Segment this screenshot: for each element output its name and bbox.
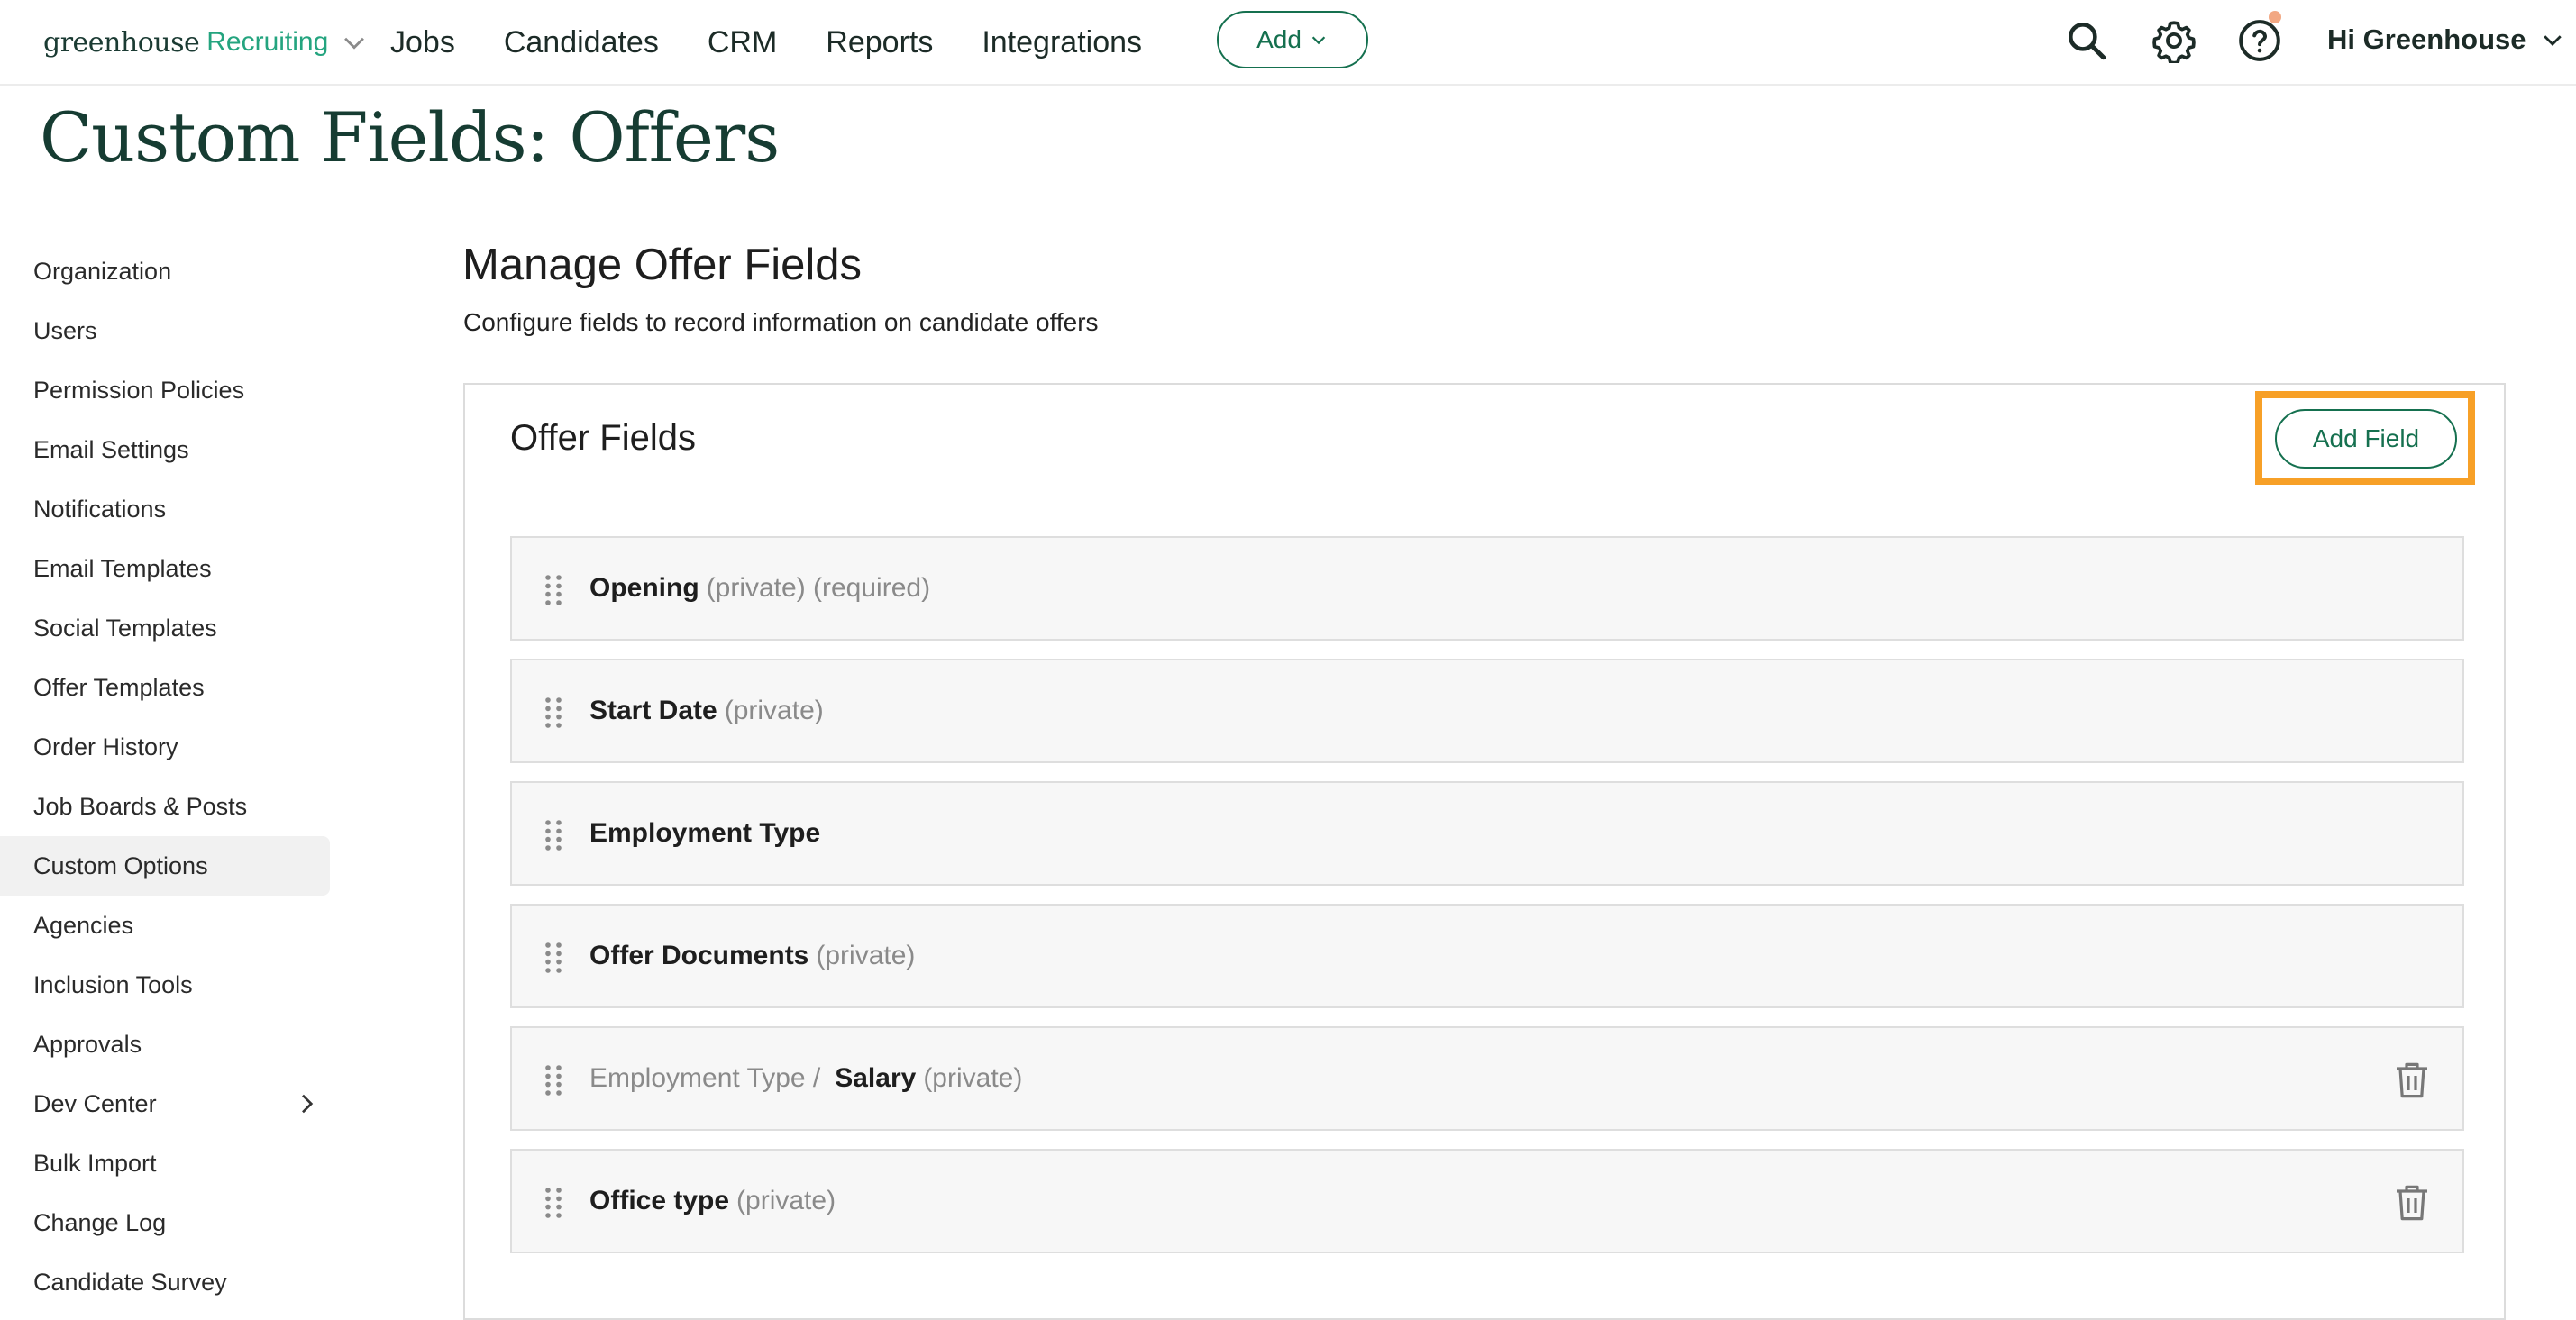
field-name: Employment Type — [589, 818, 821, 848]
sidebar-item-email-templates[interactable]: Email Templates — [0, 539, 330, 598]
field-name: Offer Documents — [589, 941, 809, 970]
add-menu-label: Add — [1256, 25, 1302, 53]
brand-logo: greenhouse — [43, 26, 200, 59]
field-row[interactable]: Offer Documents (private) — [510, 904, 2464, 1008]
drag-handle-icon[interactable] — [544, 819, 562, 851]
drag-handle-icon[interactable] — [544, 942, 562, 974]
nav-reports[interactable]: Reports — [826, 25, 933, 60]
field-row[interactable]: Employment Type / Salary (private) — [510, 1026, 2464, 1131]
sidebar-item-agencies[interactable]: Agencies — [0, 896, 330, 955]
offer-fields-panel: Offer Fields Add Field Opening (private)… — [463, 383, 2506, 1320]
field-row[interactable]: Employment Type — [510, 781, 2464, 886]
sidebar-item-email-settings[interactable]: Email Settings — [0, 420, 330, 479]
notification-dot — [2269, 11, 2281, 23]
drag-handle-icon[interactable] — [544, 1187, 562, 1219]
field-text: Offer Documents (private) — [589, 906, 915, 1006]
sidebar-item-job-boards-posts[interactable]: Job Boards & Posts — [0, 777, 330, 836]
help-icon[interactable] — [2237, 18, 2282, 63]
sidebar-item-label: Dev Center — [33, 1090, 157, 1117]
sidebar-item-notifications[interactable]: Notifications — [0, 479, 330, 539]
field-name: Opening — [589, 573, 699, 603]
field-tags: (private) — [724, 696, 824, 725]
field-row[interactable]: Start Date (private) — [510, 659, 2464, 763]
trash-icon[interactable] — [2394, 1183, 2430, 1223]
chevron-right-icon — [302, 1094, 314, 1114]
sidebar-item-offer-templates[interactable]: Offer Templates — [0, 658, 330, 717]
field-text: Employment Type — [589, 783, 820, 884]
sidebar-item-bulk-import[interactable]: Bulk Import — [0, 1133, 330, 1193]
field-text: Office type (private) — [589, 1151, 836, 1252]
sidebar-item-organization[interactable]: Organization — [0, 241, 330, 301]
field-tags: (private) (required) — [706, 573, 931, 603]
chevron-down-icon — [1311, 36, 1326, 45]
sidebar-item-order-history[interactable]: Order History — [0, 717, 330, 777]
drag-handle-icon[interactable] — [544, 574, 562, 606]
settings-sidebar: Organization Users Permission Policies E… — [0, 241, 330, 1312]
drag-handle-icon[interactable] — [544, 1064, 562, 1097]
gear-icon[interactable] — [2151, 18, 2197, 63]
field-text: Start Date (private) — [589, 660, 824, 761]
top-nav: greenhouse Recruiting Jobs Candidates CR… — [0, 0, 2576, 86]
section-title: Manage Offer Fields — [462, 241, 863, 289]
field-tags: (private) — [736, 1186, 836, 1215]
section-description: Configure fields to record information o… — [463, 308, 1099, 336]
user-greeting: Hi Greenhouse — [2327, 23, 2526, 55]
drag-handle-icon[interactable] — [544, 696, 562, 729]
product-switcher[interactable]: greenhouse Recruiting — [43, 22, 370, 63]
field-text: Opening (private) (required) — [589, 538, 930, 639]
primary-nav: Jobs Candidates CRM Reports Integrations — [390, 25, 1191, 60]
field-row[interactable]: Office type (private) — [510, 1149, 2464, 1253]
field-row[interactable]: Opening (private) (required) — [510, 536, 2464, 641]
sidebar-item-users[interactable]: Users — [0, 301, 330, 360]
chevron-down-icon — [2543, 35, 2562, 46]
add-menu-button[interactable]: Add — [1217, 11, 1368, 68]
sidebar-item-change-log[interactable]: Change Log — [0, 1193, 330, 1252]
search-icon[interactable] — [2064, 18, 2109, 63]
field-name: Office type — [589, 1186, 730, 1215]
field-parent: Employment Type / — [589, 1063, 821, 1093]
nav-integrations[interactable]: Integrations — [982, 25, 1142, 60]
user-menu[interactable]: Hi Greenhouse — [2327, 23, 2566, 56]
nav-jobs[interactable]: Jobs — [390, 25, 455, 60]
product-name: Recruiting — [206, 27, 329, 57]
sidebar-item-inclusion-tools[interactable]: Inclusion Tools — [0, 955, 330, 1015]
chevron-down-icon — [344, 37, 365, 50]
page-title: Custom Fields: Offers — [40, 97, 780, 178]
field-tags: (private) — [816, 941, 916, 970]
nav-candidates[interactable]: Candidates — [504, 25, 659, 60]
field-name: Start Date — [589, 696, 717, 725]
sidebar-item-approvals[interactable]: Approvals — [0, 1015, 330, 1074]
panel-title: Offer Fields — [510, 418, 696, 458]
sidebar-item-custom-options[interactable]: Custom Options — [0, 836, 330, 896]
add-field-button[interactable]: Add Field — [2275, 409, 2457, 469]
nav-crm[interactable]: CRM — [708, 25, 777, 60]
sidebar-item-dev-center[interactable]: Dev Center — [0, 1074, 330, 1133]
trash-icon[interactable] — [2394, 1061, 2430, 1100]
sidebar-item-permission-policies[interactable]: Permission Policies — [0, 360, 330, 420]
field-text: Employment Type / Salary (private) — [589, 1028, 1022, 1129]
field-name: Salary — [835, 1063, 917, 1093]
sidebar-item-candidate-survey[interactable]: Candidate Survey — [0, 1252, 330, 1312]
sidebar-item-social-templates[interactable]: Social Templates — [0, 598, 330, 658]
field-tags: (private) — [923, 1063, 1023, 1093]
